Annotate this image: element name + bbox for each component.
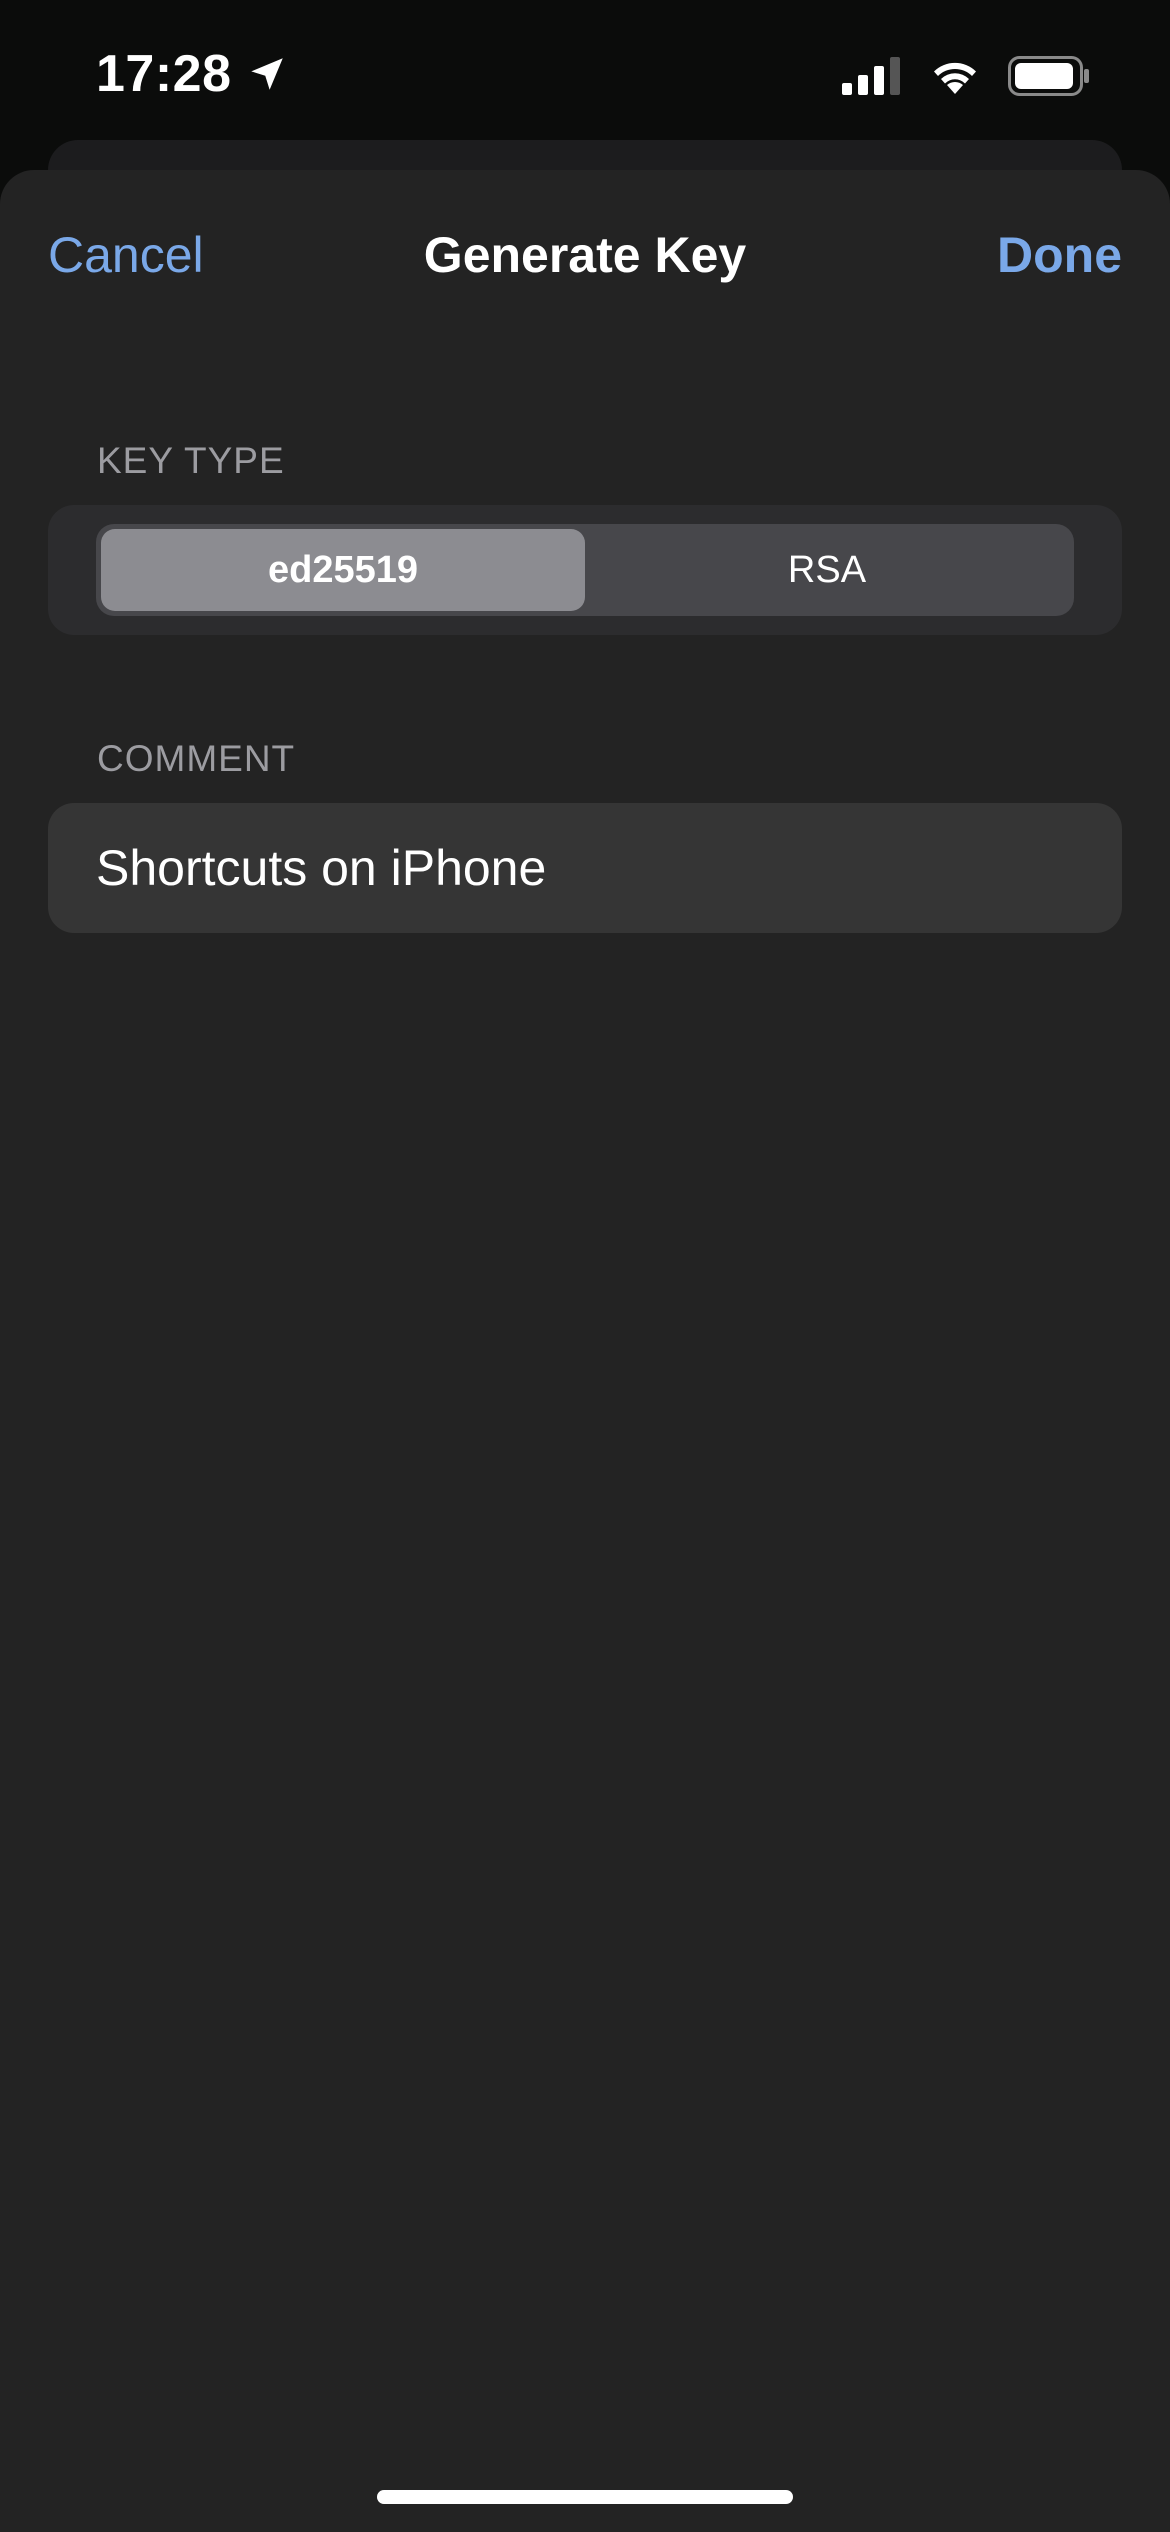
nav-bar: Cancel Generate Key Done [0, 170, 1170, 340]
status-bar: 17:28 [0, 0, 1170, 150]
cellular-signal-icon [842, 57, 900, 95]
location-arrow-icon [250, 58, 283, 90]
segment-ed25519[interactable]: ed25519 [101, 529, 585, 611]
comment-header: COMMENT [97, 738, 296, 779]
screen: 17:28 Cancel Generate Key Done KEY TYPE … [0, 0, 1170, 2532]
segment-rsa[interactable]: RSA [585, 529, 1069, 611]
status-icons [842, 56, 1090, 96]
key-type-header: KEY TYPE [97, 440, 285, 481]
wifi-icon [934, 62, 976, 94]
key-type-segmented-control: ed25519 RSA [96, 524, 1074, 616]
home-indicator[interactable] [377, 2490, 793, 2504]
cancel-button[interactable]: Cancel [48, 226, 204, 284]
key-type-group: ed25519 RSA [48, 505, 1122, 635]
status-time-group: 17:28 [96, 44, 288, 104]
generate-key-sheet: Cancel Generate Key Done KEY TYPE ed2551… [0, 170, 1170, 2532]
comment-group [48, 803, 1122, 933]
done-button[interactable]: Done [997, 226, 1122, 284]
comment-field[interactable] [96, 803, 1076, 933]
battery-icon [1008, 56, 1089, 96]
status-time: 17:28 [96, 45, 232, 103]
